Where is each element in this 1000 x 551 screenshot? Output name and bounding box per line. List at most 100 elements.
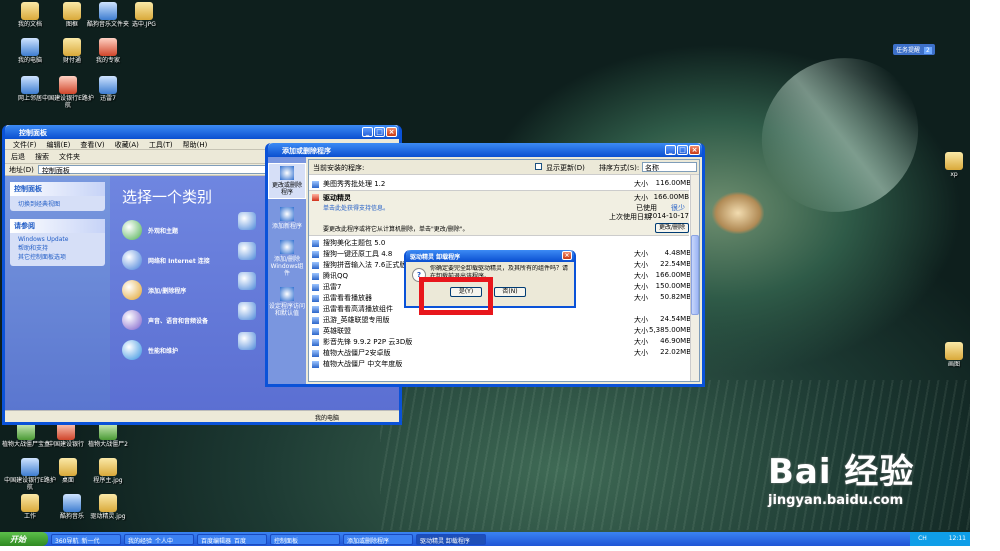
side-panel-box: 控制面板 切换到经典视图: [10, 182, 105, 211]
desktop-icon-image: [63, 2, 81, 20]
minimize-button[interactable]: _: [362, 127, 373, 137]
see-also-link[interactable]: 其它控制面板选项: [18, 253, 97, 262]
control-panel-titlebar[interactable]: 控制面板 _ □ ×: [5, 125, 399, 139]
minimize-button[interactable]: _: [665, 145, 676, 155]
desktop-icon-image: [99, 38, 117, 56]
desktop-icon-label: xp: [950, 171, 958, 178]
watermark-url: jingyan.baidu.com: [768, 493, 904, 508]
taskbar-items: 360导航_新一代 我的经验_个人中 百度编辑器_百度 控制面板 添加或删除程序 驱动精灵…: [48, 533, 486, 545]
desktop-icon[interactable]: 驱动精灵.jpg: [82, 494, 134, 520]
see-also-link[interactable]: Windows Update: [18, 235, 97, 244]
program-size: 46.90MB: [660, 337, 691, 345]
desktop-icon-label: 植物大战僵尸2: [88, 441, 128, 448]
start-label: 开始: [10, 535, 26, 544]
desktop-icon[interactable]: 我的专家: [82, 38, 134, 64]
sort-dropdown[interactable]: 名称: [642, 162, 697, 172]
desktop-icon-label: 我的专家: [95, 57, 120, 64]
selected-program[interactable]: 驱动精灵 单击此处获得支持信息。 要更改此程序或将它从计算机删除，单击"更改/删除"…: [309, 190, 689, 236]
see-also-links: Windows Update 帮助和支持 其它控制面板选项: [10, 233, 105, 266]
dialog-title: 驱动精灵 卸载程序: [410, 254, 461, 261]
program-icon: [312, 181, 319, 188]
menu-item[interactable]: 编辑(E): [47, 141, 71, 149]
nav-button[interactable]: 更改或删除程序: [268, 163, 306, 199]
taskbar-button[interactable]: 我的经验_个人中: [124, 533, 194, 545]
input-indicator[interactable]: CH: [918, 535, 927, 542]
category-label: 性能和维护: [148, 347, 179, 355]
program-row[interactable]: 影音先锋 9.9.2 P2P 云3D版 大小 46.90MB: [309, 337, 699, 348]
maximize-button[interactable]: □: [374, 127, 385, 137]
desktop-icon[interactable]: 选中.JPG: [118, 2, 170, 28]
program-icon: [312, 284, 319, 291]
menu-item[interactable]: 文件(F): [13, 141, 37, 149]
desktop-icon-image: [21, 38, 39, 56]
list-scrollbar[interactable]: [690, 175, 699, 381]
program-row[interactable]: 迅游_英雄联盟专用版 大小 24.54MB: [309, 315, 699, 326]
menu-item[interactable]: 查看(V): [80, 141, 104, 149]
program-icon: [312, 361, 319, 368]
program-name: 迅游_英雄联盟专用版: [323, 316, 390, 324]
change-remove-button[interactable]: 更改/删除: [655, 223, 689, 233]
toolbar-button[interactable]: 后退: [11, 153, 25, 161]
program-name: 腾讯QQ: [323, 272, 349, 280]
support-link[interactable]: 单击此处获得支持信息。: [323, 203, 389, 212]
gadget-task-reminder[interactable]: 任务提醒 2: [893, 44, 935, 55]
nav-button[interactable]: 添加/删除Windows组件: [268, 238, 306, 279]
toolbar-button[interactable]: 文件夹: [59, 153, 80, 161]
category-label: 添加/删除程序: [148, 287, 187, 295]
scroll-thumb[interactable]: [691, 235, 699, 315]
program-row[interactable]: 美图秀秀批处理 1.2 大小 116.00MB: [309, 179, 699, 190]
program-row[interactable]: 英雄联盟 大小 5,385.00MB: [309, 326, 699, 337]
toolbar-button[interactable]: 搜索: [35, 153, 49, 161]
no-button[interactable]: 否(N): [494, 287, 526, 297]
size-label: 大小: [634, 180, 648, 188]
desktop-icon[interactable]: 迅雷7: [82, 76, 134, 102]
desktop-icon[interactable]: 植物大战僵尸2: [82, 422, 134, 448]
clock: 12:11: [948, 535, 966, 542]
menu-item[interactable]: 工具(T): [149, 141, 173, 149]
close-button[interactable]: ×: [689, 145, 700, 155]
taskbar-button[interactable]: 百度编辑器_百度: [197, 533, 267, 545]
desktop-icon-image: [63, 494, 81, 512]
taskbar-button[interactable]: 控制面板: [270, 533, 340, 545]
taskbar-button[interactable]: 360导航_新一代: [51, 533, 121, 545]
maximize-button[interactable]: □: [677, 145, 688, 155]
desktop-icon[interactable]: 程序主.jpg: [82, 458, 134, 484]
program-size: 24.54MB: [660, 315, 691, 323]
category-label: 声音、语音和音频设备: [148, 317, 209, 325]
taskbar-button[interactable]: 添加或删除程序: [343, 533, 413, 545]
see-also-link[interactable]: 帮助和支持: [18, 244, 97, 253]
add-remove-nav: 更改或删除程序添加新程序添加/删除Windows组件设定程序访问和默认值: [268, 157, 306, 384]
program-name: 影音先锋 9.9.2 P2P 云3D版: [323, 338, 413, 346]
control-panel-title: 控制面板: [19, 129, 47, 137]
nav-button[interactable]: 添加新程序: [268, 205, 306, 232]
menu-item[interactable]: 帮助(H): [183, 141, 208, 149]
see-also-box: 请参阅 Windows Update 帮助和支持 其它控制面板选项: [10, 219, 105, 266]
switch-classic-view-link[interactable]: 切换到经典视图: [10, 196, 105, 211]
desktop-icon-image: [21, 458, 39, 476]
menu-item[interactable]: 收藏(A): [115, 141, 139, 149]
program-size: 116.00MB: [655, 179, 691, 187]
status-bar: 我的电脑: [5, 410, 399, 422]
program-icon: [312, 194, 319, 201]
nav-button[interactable]: 设定程序访问和默认值: [268, 285, 306, 319]
show-updates-checkbox[interactable]: [535, 163, 542, 170]
size-label: 大小: [634, 272, 648, 280]
program-name: 搜狗美化主题包 5.0: [323, 239, 386, 247]
desktop-icon-image: [99, 458, 117, 476]
program-row[interactable]: 搜狗美化主题包 5.0: [309, 238, 699, 249]
program-row[interactable]: 植物大战僵尸 中文年度版: [309, 359, 699, 370]
close-button[interactable]: ×: [386, 127, 397, 137]
desktop-icon[interactable]: xp: [928, 152, 970, 178]
watermark-brand: Bai 经验: [768, 452, 915, 492]
nav-icon: [280, 207, 294, 221]
start-button[interactable]: 开始: [0, 532, 48, 546]
program-row[interactable]: 植物大战僵尸2安卓版 大小 22.02MB: [309, 348, 699, 359]
taskbar: 开始 360导航_新一代 我的经验_个人中 百度编辑器_百度 控制面板 添加或删除程序驱…: [0, 532, 970, 546]
dialog-close-button[interactable]: ×: [562, 251, 572, 260]
size-label: 大小: [634, 261, 648, 269]
taskbar-button[interactable]: 驱动精灵 卸载程序: [416, 533, 486, 545]
add-remove-titlebar[interactable]: 添加或删除程序 _ □ ×: [268, 143, 702, 157]
desktop-icon[interactable]: 画图: [928, 342, 970, 368]
dialog-titlebar[interactable]: 驱动精灵 卸载程序 ×: [406, 250, 574, 262]
category-label: 外观和主题: [148, 227, 179, 235]
